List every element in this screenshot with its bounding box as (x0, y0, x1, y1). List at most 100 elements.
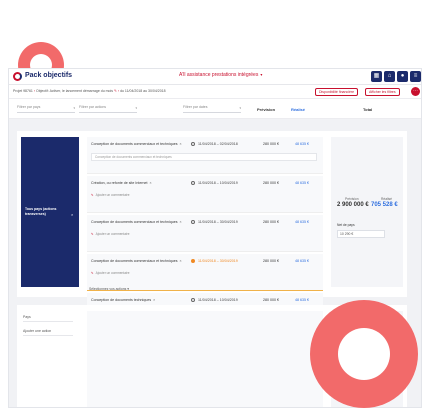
realise-cell: 48 635 € (295, 181, 309, 185)
action-name: Création, ou refonte de site Internet × (91, 181, 152, 185)
date-range[interactable]: 11/04/2018 – 10/04/2019 (198, 181, 238, 185)
realise-label: Réalisé (381, 197, 392, 201)
filter-dates-label: Filtrer par dates (183, 105, 208, 109)
add-comment-link[interactable]: ✎Ajouter un commentaire (91, 232, 130, 236)
chevron-down-icon: ▾ (260, 72, 263, 77)
action-row[interactable]: Création, ou refonte de site Internet × 11… (87, 176, 323, 213)
close-icon[interactable]: × (180, 259, 182, 263)
logo-icon (13, 72, 22, 81)
action-row[interactable]: Conception de documents commerciaux et t… (87, 254, 323, 291)
group-label: Tous pays (actions transverses) (25, 207, 57, 216)
date-range[interactable]: 11/04/2018 – 02/04/2018 (198, 142, 238, 146)
filter-dates-select[interactable]: Filtrer par dates ▾ (183, 105, 241, 113)
realise-value: 705 528 € (371, 202, 398, 208)
chevron-down-icon: ▾ (135, 106, 137, 110)
chevron-down-icon: ▾ (73, 106, 75, 110)
afficher-filtres-button[interactable]: Afficher les filtres (365, 88, 400, 96)
close-icon[interactable]: × (71, 212, 73, 217)
prevision-cell: 280 000 € (263, 220, 279, 224)
breadcrumb-item[interactable]: Projet 98761 (13, 89, 33, 93)
actions-panel: Tous pays (actions transverses) × Concep… (17, 131, 407, 330)
filter-actions-label: Filtrer par actions (79, 105, 107, 109)
project-selector-label: A'll assistance prestations intégrées (179, 72, 259, 78)
add-action-label[interactable]: Ajouter une action (23, 329, 73, 336)
disponibilite-button[interactable]: Disponibilité financière (315, 88, 359, 96)
prevision-cell: 280 000 € (263, 298, 279, 302)
status-icon (191, 181, 195, 185)
chevron-down-icon: ▾ (239, 106, 241, 110)
action-row[interactable]: Conception de documents commerciaux et t… (87, 215, 323, 252)
filter-pays-select[interactable]: Filtrer par pays ▾ (17, 105, 75, 113)
chevron-down-icon: ▾ (127, 287, 129, 291)
action-name-text: Conception de documents commerciaux et t… (91, 142, 178, 146)
action-name-text: Conception de documents commerciaux et t… (91, 220, 178, 224)
comment-field[interactable]: Conception de documents commerciaux et t… (91, 153, 317, 161)
filter-bar: Filtrer par pays ▾ Filtrer par actions ▾ F… (9, 99, 421, 119)
status-icon (191, 142, 195, 146)
date-range[interactable]: 11/04/2018 – 30/04/2019 (198, 259, 238, 263)
budget-label: Net de pays (337, 223, 355, 227)
filter-pays-label: Filtrer par pays (17, 105, 41, 109)
budget-input[interactable]: 10 290 € (337, 230, 385, 238)
action-name: Conception de documents commerciaux et t… (91, 259, 182, 263)
realise-cell: 48 635 € (295, 298, 309, 302)
prevision-label: Prévision (345, 197, 359, 201)
add-comment-label: Ajouter un commentaire (95, 232, 130, 236)
prevision-cell: 280 000 € (263, 181, 279, 185)
app-title: Pack objectifs (25, 72, 73, 79)
realise-cell: 48 635 € (295, 220, 309, 224)
close-icon[interactable]: × (180, 220, 182, 224)
prevision-value: 2 900 000 € (337, 202, 369, 208)
realise-cell: 48 635 € (295, 259, 309, 263)
close-icon[interactable]: × (153, 298, 155, 302)
top-bar: Pack objectifs A'll assistance prestatio… (9, 69, 421, 85)
action-name: Conception de documents commerciaux et t… (91, 142, 182, 146)
pays-label: Pays (23, 315, 73, 322)
close-icon[interactable]: × (150, 181, 152, 185)
cart-icon[interactable]: ⌂ (384, 71, 395, 82)
action-name-text: Création, ou refonte de site Internet (91, 181, 148, 185)
filter-actions-select[interactable]: Filtrer par actions ▾ (79, 105, 137, 113)
summary-card: Prévision Réalisé 2 900 000 € 705 528 € … (331, 137, 403, 287)
action-rows: Conception de documents commerciaux et t… (87, 137, 323, 332)
action-name-text: Conception de documents techniques (91, 298, 152, 302)
select-actions-label: Sélectionnez vos actions (89, 287, 127, 291)
options-icon[interactable]: ⋯ (411, 87, 420, 96)
grid-icon[interactable]: ▦ (371, 71, 382, 82)
column-prevision: Prévision (257, 107, 276, 112)
status-icon (191, 259, 195, 263)
stage: Pack objectifs A'll assistance prestatio… (0, 0, 430, 410)
comment-icon: ✎ (91, 232, 94, 236)
breadcrumb-item[interactable]: Objectif: Activer, le lancement démarrag… (36, 89, 113, 93)
user-icon[interactable]: ● (397, 71, 408, 82)
decorative-ring-bottom (310, 300, 418, 408)
add-comment-link[interactable]: ✎Ajouter un commentaire (91, 193, 130, 197)
column-realise: Réalisé (291, 107, 306, 112)
action-name-text: Conception de documents commerciaux et t… (91, 259, 178, 263)
status-icon (191, 298, 195, 302)
add-comment-label: Ajouter un commentaire (95, 193, 130, 197)
realise-cell: 48 635 € (295, 142, 309, 146)
action-name: Conception de documents techniques × (91, 298, 155, 302)
sub-bar: Projet 98761 › Objectif: Activer, le lan… (9, 85, 421, 99)
action-row[interactable]: Conception de documents commerciaux et t… (87, 137, 323, 174)
column-total: Total (363, 107, 373, 112)
date-range[interactable]: 11/04/2018 – 30/04/2019 (198, 220, 238, 224)
breadcrumb-item: du 11/04/2018 au 30/04/2018 (120, 89, 166, 93)
secondary-content (87, 311, 323, 407)
action-name: Conception de documents commerciaux et t… (91, 220, 182, 224)
project-selector[interactable]: A'll assistance prestations intégrées ▾ (179, 72, 262, 78)
menu-icon[interactable]: ≡ (410, 71, 421, 82)
status-icon (191, 220, 195, 224)
add-comment-link[interactable]: ✎Ajouter un commentaire (91, 271, 130, 275)
breadcrumb: Projet 98761 › Objectif: Activer, le lan… (13, 89, 166, 93)
prevision-cell: 280 000 € (263, 142, 279, 146)
close-icon[interactable]: × (180, 142, 182, 146)
comment-icon: ✎ (91, 271, 94, 275)
select-actions-dropdown[interactable]: Sélectionnez vos actions ▾ (89, 287, 129, 291)
comment-icon: ✎ (91, 193, 94, 197)
group-block[interactable]: Tous pays (actions transverses) × (21, 137, 79, 287)
prevision-cell: 280 000 € (263, 259, 279, 263)
add-comment-label: Ajouter un commentaire (95, 271, 130, 275)
date-range[interactable]: 11/04/2018 – 10/04/2019 (198, 298, 238, 302)
